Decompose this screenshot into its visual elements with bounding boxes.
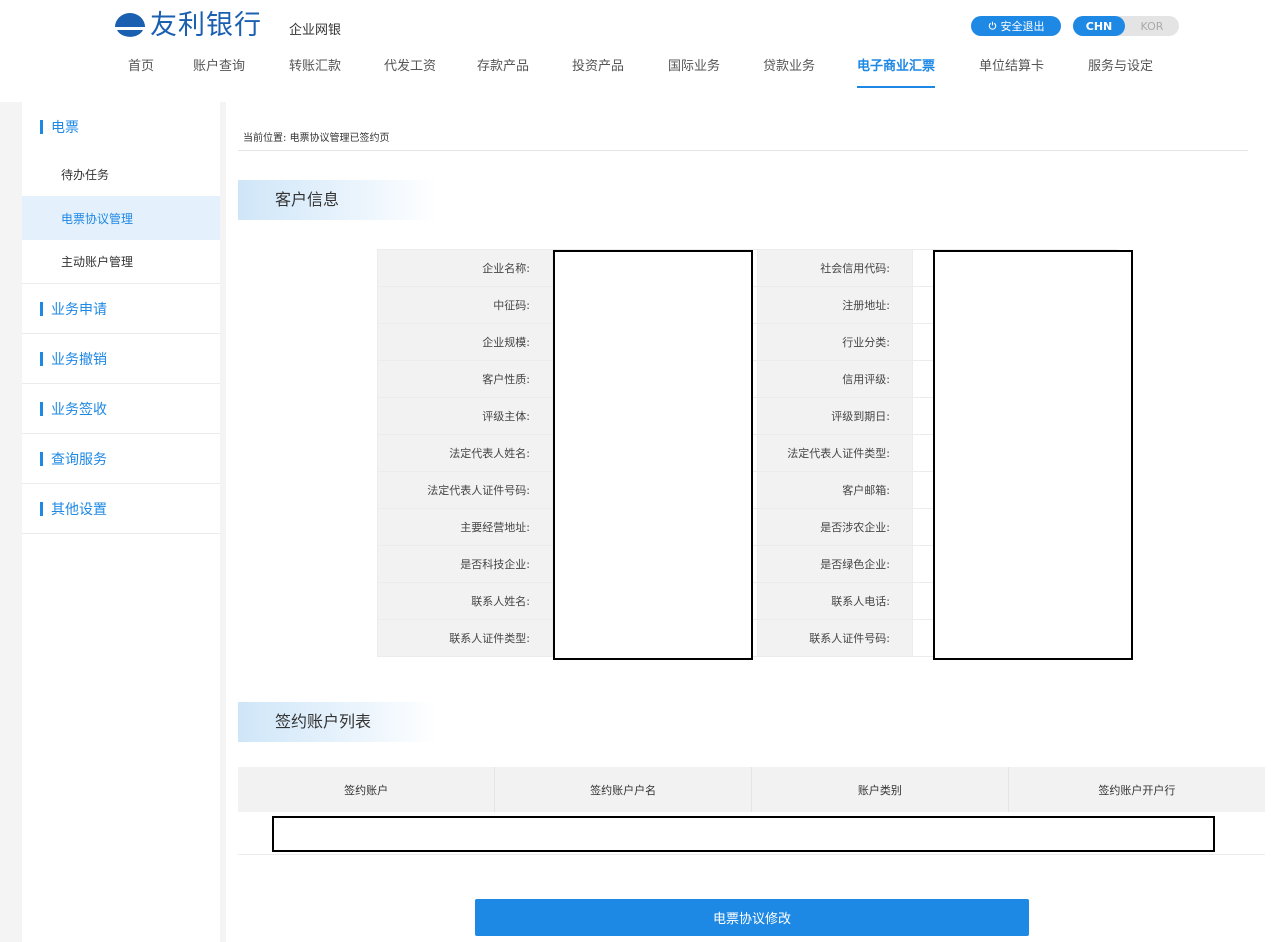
power-icon [988, 20, 997, 33]
bank-logo[interactable]: 友利银行 [113, 10, 262, 42]
group-marker [40, 301, 43, 316]
field-label: 中征码: [377, 286, 553, 324]
field-label: 联系人姓名: [377, 582, 553, 620]
portal-subtitle: 企业网银 [289, 23, 342, 38]
column-header: 签约账户户名 [494, 767, 752, 812]
field-label: 主要经营地址: [377, 508, 553, 546]
sidebar-group-label: 电票 [51, 120, 79, 136]
logout-button[interactable]: 安全退出 [971, 16, 1061, 36]
modify-agreement-button[interactable]: 电票协议修改 [475, 899, 1029, 936]
sidebar-group-receive[interactable]: 业务签收 [22, 384, 220, 434]
field-label: 法定代表人姓名: [377, 434, 553, 472]
sidebar-group-label: 业务申请 [51, 301, 107, 318]
sidebar-group-e-bill[interactable]: 电票 [22, 102, 220, 152]
field-label: 注册地址: [757, 286, 913, 324]
sidebar-item-active-account-mgmt[interactable]: 主动账户管理 [22, 240, 220, 284]
sidebar-group-label: 查询服务 [51, 451, 107, 468]
field-label: 企业规模: [377, 323, 553, 361]
sidebar: 电票 待办任务 电票协议管理 主动账户管理 业务申请 业务撤销 业务签收 查询服… [22, 102, 220, 942]
column-header: 账户类别 [751, 767, 1009, 812]
nav-item-e-bill[interactable]: 电子商业汇票 [857, 58, 936, 88]
sidebar-group-revoke[interactable]: 业务撤销 [22, 334, 220, 384]
field-label: 是否科技企业: [377, 545, 553, 583]
account-list-title: 签约账户列表 [238, 702, 438, 742]
nav-item-deposit[interactable]: 存款产品 [477, 58, 529, 88]
nav-item-transfer[interactable]: 转账汇款 [289, 58, 341, 88]
group-marker [40, 120, 43, 134]
nav-item-settlement-card[interactable]: 单位结算卡 [979, 58, 1044, 88]
field-label: 评级到期日: [757, 397, 913, 435]
group-marker [40, 351, 43, 366]
group-marker [40, 501, 43, 516]
redaction-box [272, 816, 1215, 852]
redaction-box [933, 250, 1133, 660]
sidebar-group-label: 业务签收 [51, 401, 107, 418]
nav-item-account-query[interactable]: 账户查询 [193, 58, 245, 88]
bank-logo-icon [113, 11, 147, 41]
field-label: 客户性质: [377, 360, 553, 398]
field-label: 客户邮箱: [757, 471, 913, 509]
sidebar-group-query[interactable]: 查询服务 [22, 434, 220, 484]
lang-kor-option[interactable]: KOR [1125, 20, 1179, 33]
logout-label: 安全退出 [1000, 20, 1045, 33]
field-label: 联系人证件号码: [757, 619, 913, 657]
breadcrumb: 当前位置: 电票协议管理已签约页 [243, 129, 390, 144]
breadcrumb-path: 电票协议管理已签约页 [289, 133, 390, 144]
main-content: 当前位置: 电票协议管理已签约页 客户信息 企业名称: 社会信用代码: 中征码: 注册… [226, 102, 1271, 942]
nav-item-international[interactable]: 国际业务 [668, 58, 720, 88]
field-label: 行业分类: [757, 323, 913, 361]
bank-name: 友利银行 [150, 10, 262, 41]
sidebar-group-label: 其他设置 [51, 501, 107, 518]
field-label: 信用评级: [757, 360, 913, 398]
language-toggle[interactable]: CHN KOR [1073, 16, 1179, 36]
field-label: 企业名称: [377, 249, 553, 287]
column-header: 签约账户开户行 [1008, 767, 1265, 812]
field-label: 评级主体: [377, 397, 553, 435]
sidebar-group-apply[interactable]: 业务申请 [22, 284, 220, 334]
nav-item-settings[interactable]: 服务与设定 [1088, 58, 1153, 88]
field-label: 社会信用代码: [757, 249, 913, 287]
nav-item-home[interactable]: 首页 [128, 58, 154, 88]
nav-item-loan[interactable]: 贷款业务 [763, 58, 815, 88]
redaction-box [553, 250, 753, 660]
nav-item-investment[interactable]: 投资产品 [572, 58, 624, 88]
sidebar-group-other-settings[interactable]: 其他设置 [22, 484, 220, 534]
group-marker [40, 451, 43, 466]
sidebar-item-pending-tasks[interactable]: 待办任务 [22, 152, 220, 196]
main-nav: 首页 账户查询 转账汇款 代发工资 存款产品 投资产品 国际业务 贷款业务 电子… [0, 58, 1271, 88]
nav-item-payroll[interactable]: 代发工资 [384, 58, 436, 88]
column-header: 签约账户 [238, 767, 496, 812]
lang-chn-option[interactable]: CHN [1073, 16, 1125, 36]
field-label: 联系人电话: [757, 582, 913, 620]
field-label: 联系人证件类型: [377, 619, 553, 657]
field-label: 是否涉农企业: [757, 508, 913, 546]
breadcrumb-prefix: 当前位置: [243, 133, 287, 144]
sidebar-group-label: 业务撤销 [51, 351, 107, 368]
header: 友利银行 企业网银 安全退出 CHN KOR 首页 账户查询 转账汇款 代发工资… [0, 0, 1271, 102]
field-label: 是否绿色企业: [757, 545, 913, 583]
customer-info-title: 客户信息 [238, 180, 438, 220]
field-label: 法定代表人证件号码: [377, 471, 553, 509]
breadcrumb-divider [238, 150, 1248, 151]
top-right-controls: 安全退出 CHN KOR [971, 16, 1179, 36]
field-label: 法定代表人证件类型: [757, 434, 913, 472]
sidebar-item-agreement-mgmt[interactable]: 电票协议管理 [22, 196, 220, 240]
group-marker [40, 401, 43, 416]
